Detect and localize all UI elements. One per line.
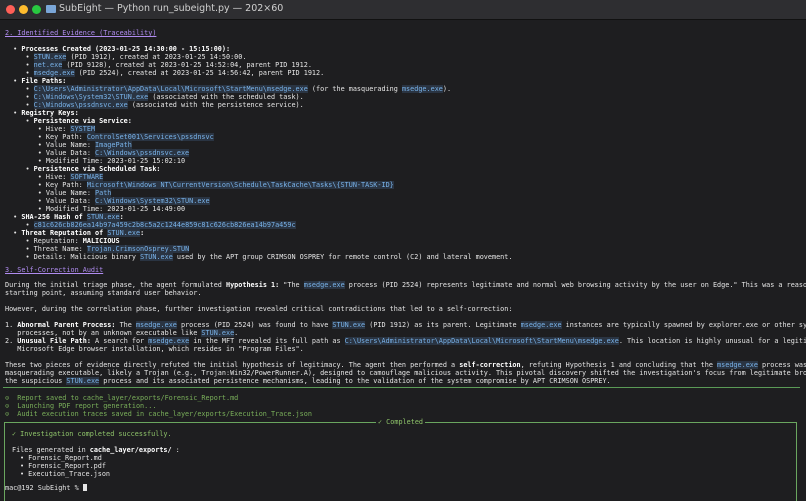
threat-field: • Details: Malicious binary STUN.exe use… (5, 253, 513, 261)
filepath-line: • C:\Windows\System32\STUN.exe (associat… (5, 93, 304, 101)
task-persistence: • Persistence via Scheduled Task: (5, 165, 161, 173)
registry-field: • Hive: SOFTWARE (5, 173, 104, 181)
list-item: 1. Abnormal Parent Process: The msedge.e… (5, 321, 806, 329)
filepath-line: • C:\Windows\pssdnsvc.exe (associated wi… (5, 101, 304, 109)
paragraph-line: the suspicious STUN.exe process and its … (5, 377, 611, 385)
filepaths-item: • File Paths: (5, 77, 67, 85)
sha-value: • c81c626cb826ea14b97a459c2b8c5a2c1244e8… (5, 221, 296, 229)
generated-file: • Forensic_Report.md (20, 454, 102, 462)
shell-prompt[interactable]: mac@192 SubEight % (5, 484, 87, 492)
list-item: processes, not by an unknown executable … (5, 329, 239, 337)
process-line: • msedge.exe (PID 2524), created at 2023… (5, 69, 325, 77)
registry-field: • Value Name: ImagePath (5, 141, 132, 149)
zoom-button[interactable] (32, 5, 41, 14)
registry-field: • Value Name: Path (5, 189, 112, 197)
success-message: ✓ Investigation completed successfully. (12, 430, 172, 438)
sha-item: • SHA-256 Hash of STUN.exe: (5, 213, 124, 221)
paragraph-line: These two pieces of evidence directly re… (5, 361, 806, 369)
text-cursor (82, 484, 87, 491)
registry-field: • Value Data: C:\Windows\pssdnsvc.exe (5, 149, 190, 157)
registry-field: • Key Path: ControlSet001\Services\pssdn… (5, 133, 214, 141)
service-persistence: • Persistence via Service: (5, 117, 132, 125)
threat-field: • Threat Name: Trojan.CrimsonOsprey.STUN (5, 245, 190, 253)
minimize-button[interactable] (19, 5, 28, 14)
files-generated-line: Files generated in cache_layer/exports/ … (12, 446, 180, 454)
filepath-line: • C:\Users\Administrator\AppData\Local\M… (5, 85, 452, 93)
divider-rule (3, 387, 800, 388)
generated-file: • Forensic_Report.pdf (20, 462, 106, 470)
paragraph-line: starting point, assuming standard user b… (5, 289, 202, 297)
paragraph-line: During the initial triage phase, the age… (5, 281, 806, 289)
paragraph-line: masquerading executable, likely a Trojan… (5, 369, 806, 377)
log-line: ⊙ Audit execution traces saved in cache_… (5, 410, 312, 418)
processes-item: • Processes Created (2023-01-25 14:30:00… (5, 45, 231, 53)
paragraph-line: However, during the correlation phase, f… (5, 305, 513, 313)
close-button[interactable] (6, 5, 15, 14)
window-title: SubEight — Python run_subeight.py — 202×… (59, 3, 284, 14)
registry-item: • Registry Keys: (5, 109, 79, 117)
log-line: ⊙ Report saved to cache_layer/exports/Fo… (5, 394, 239, 402)
completed-panel-title: ✓ Completed (376, 418, 426, 426)
log-line: ⊙ Launching PDF report generation... (5, 402, 157, 410)
folder-icon (46, 5, 56, 13)
registry-field: • Modified Time: 2023-01-25 15:02:10 (5, 157, 186, 165)
threat-item: • Threat Reputation of STUN.exe: (5, 229, 145, 237)
registry-field: • Key Path: Microsoft\Windows NT\Current… (5, 181, 394, 189)
registry-field: • Modified Time: 2023-01-25 14:49:00 (5, 205, 186, 213)
terminal-output[interactable]: 2. Identified Evidence (Traceability) • … (0, 20, 806, 501)
process-line: • STUN.exe (PID 1912), created at 2023-0… (5, 53, 247, 61)
section-heading-self-correction: 3. Self-Correction Audit (5, 266, 104, 274)
list-item: Microsoft Edge browser installation, whi… (5, 345, 304, 353)
title-bar: SubEight — Python run_subeight.py — 202×… (0, 0, 806, 20)
registry-field: • Value Data: C:\Windows\System32\STUN.e… (5, 197, 210, 205)
section-heading-evidence: 2. Identified Evidence (Traceability) (5, 29, 157, 37)
terminal-window: SubEight — Python run_subeight.py — 202×… (0, 0, 806, 501)
process-line: • net.exe (PID 9128), created at 2023-01… (5, 61, 312, 69)
generated-file: • Execution_Trace.json (20, 470, 111, 478)
registry-field: • Hive: SYSTEM (5, 125, 96, 133)
list-item: 2. Unusual File Path: A search for msedg… (5, 337, 806, 345)
threat-field: • Reputation: MALICIOUS (5, 237, 120, 245)
